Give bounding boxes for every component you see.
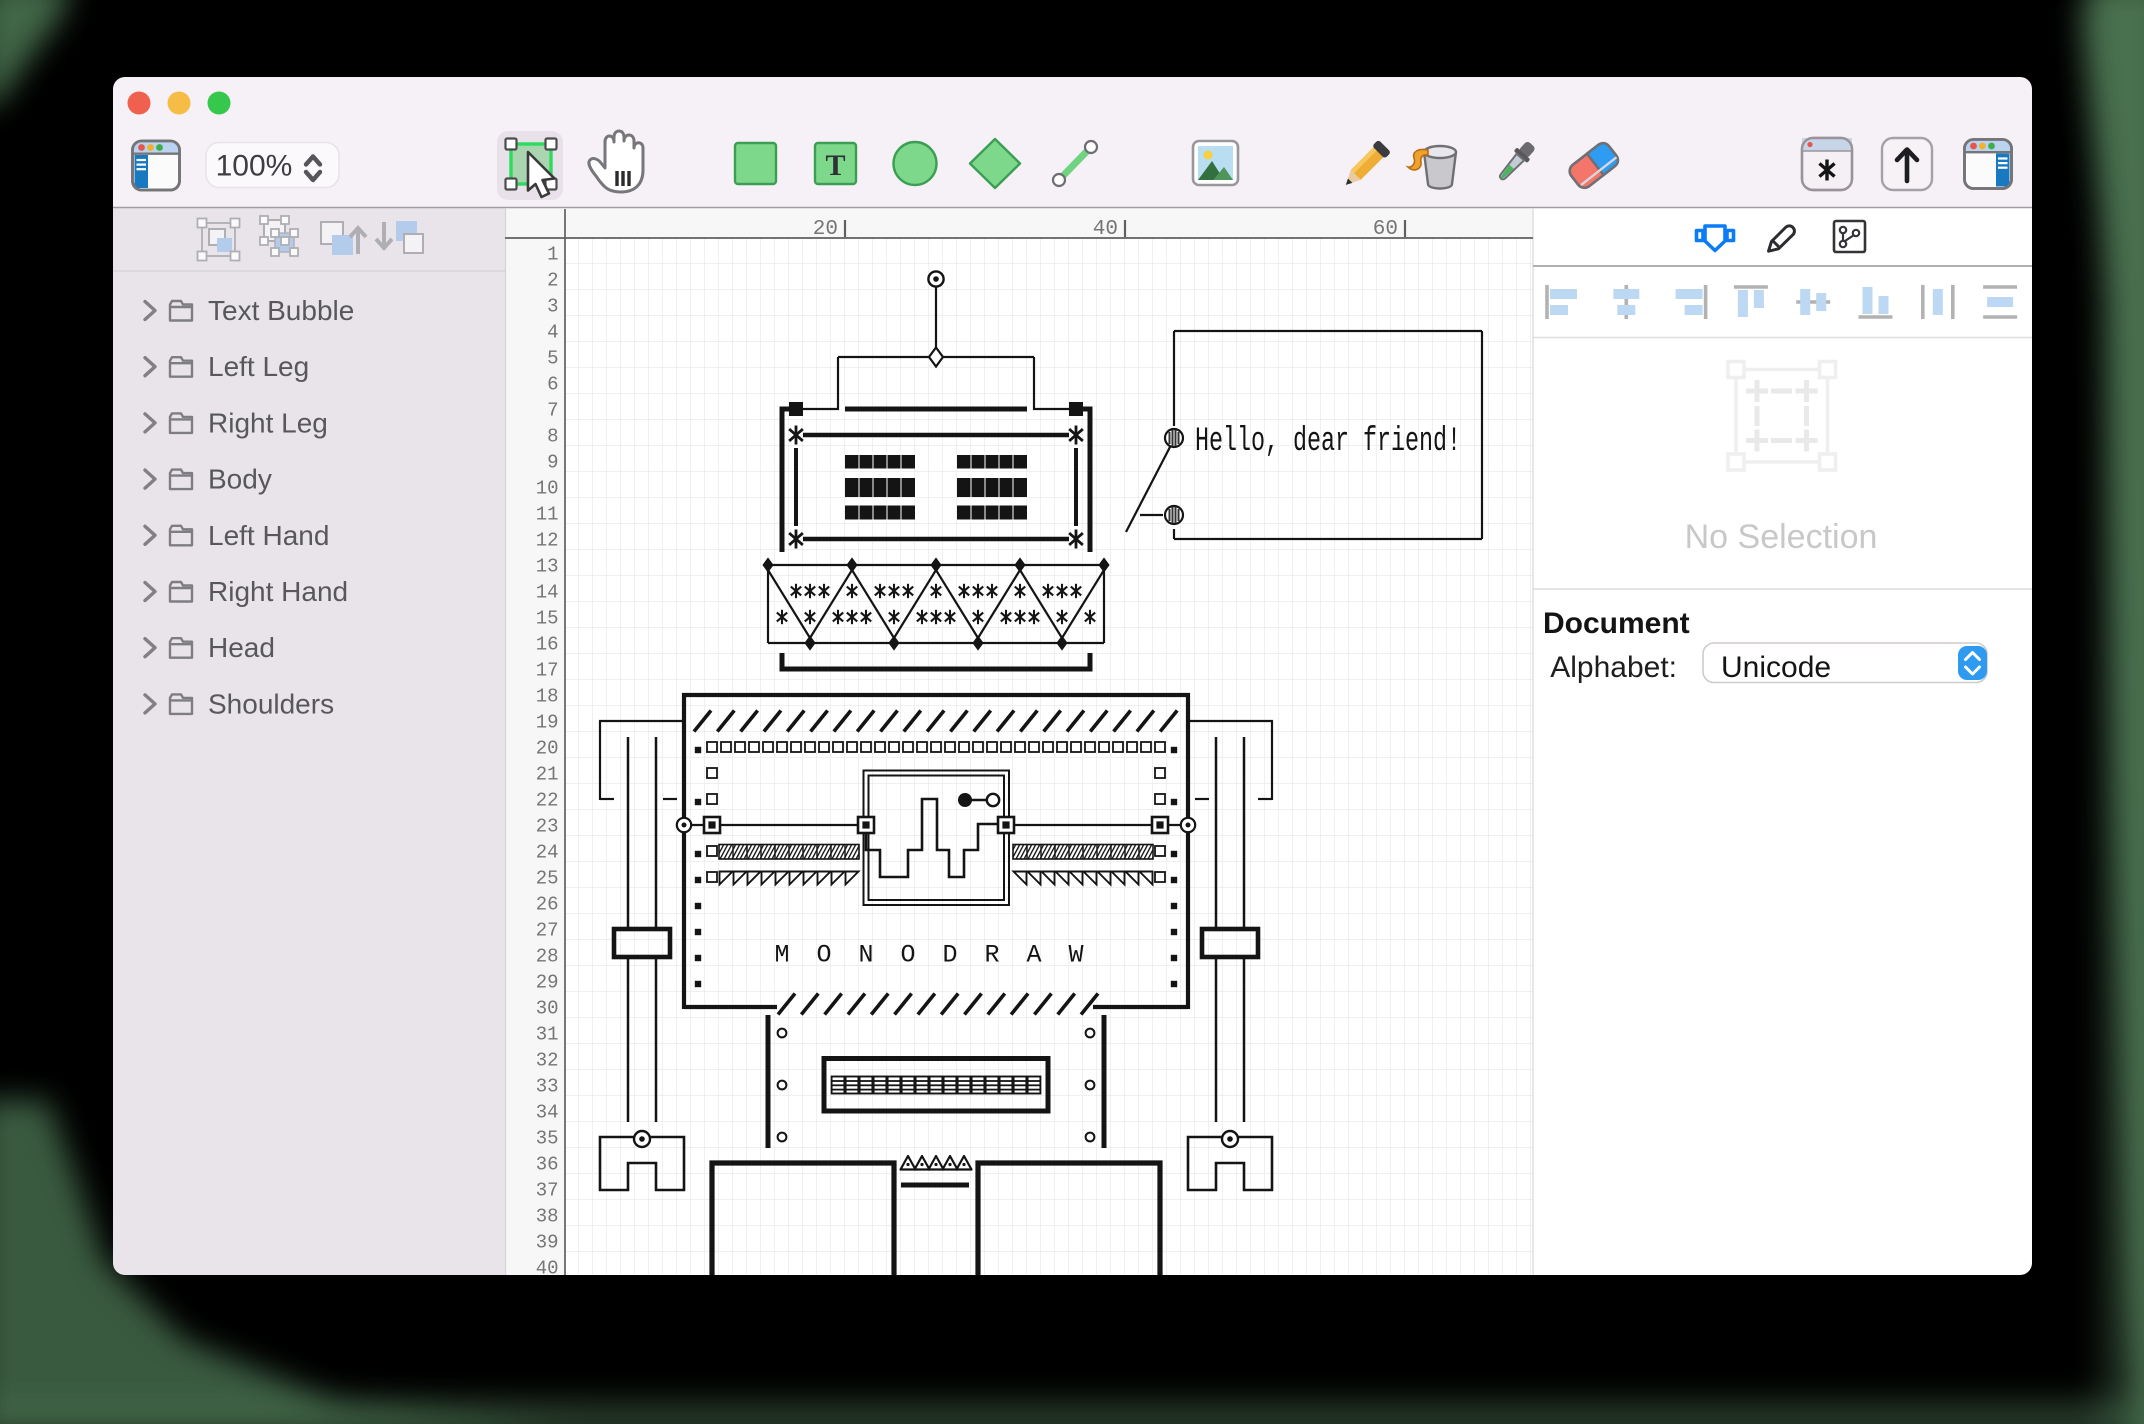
svg-text:Shoulders: Shoulders <box>208 688 334 719</box>
svg-text:D: D <box>942 941 957 970</box>
svg-text:Left Hand: Left Hand <box>208 520 329 551</box>
svg-text:29: 29 <box>536 972 559 994</box>
svg-text:R: R <box>984 941 999 970</box>
svg-text:Right Hand: Right Hand <box>208 576 348 607</box>
svg-text:1: 1 <box>547 244 558 266</box>
svg-text:23: 23 <box>536 816 559 838</box>
svg-text:2: 2 <box>547 270 558 292</box>
svg-text:W: W <box>1068 941 1083 970</box>
svg-text:24: 24 <box>536 842 559 864</box>
svg-text:27: 27 <box>536 920 559 942</box>
svg-text:19: 19 <box>536 712 559 734</box>
svg-text:Head: Head <box>208 632 275 663</box>
svg-text:Hello, dear friend!: Hello, dear friend! <box>1195 422 1461 460</box>
svg-text:20: 20 <box>813 218 838 241</box>
svg-text:A: A <box>1026 941 1041 970</box>
svg-text:O: O <box>900 941 915 970</box>
svg-text:34: 34 <box>536 1102 559 1124</box>
svg-text:100%: 100% <box>216 150 293 183</box>
svg-text:Unicode: Unicode <box>1721 651 1831 684</box>
svg-text:N: N <box>858 941 873 970</box>
svg-text:20: 20 <box>536 738 559 760</box>
svg-text:14: 14 <box>536 582 559 604</box>
svg-text:Body: Body <box>208 464 272 495</box>
svg-text:21: 21 <box>536 764 559 786</box>
svg-text:No Selection: No Selection <box>1685 518 1878 556</box>
svg-text:Right Leg: Right Leg <box>208 407 328 438</box>
svg-text:4: 4 <box>547 322 558 344</box>
svg-text:30: 30 <box>536 998 559 1020</box>
svg-text:39: 39 <box>536 1232 559 1254</box>
svg-text:18: 18 <box>536 686 559 708</box>
svg-text:12: 12 <box>536 530 559 552</box>
svg-text:17: 17 <box>536 660 559 682</box>
svg-text:11: 11 <box>536 504 559 526</box>
svg-text:T: T <box>825 149 845 182</box>
svg-text:37: 37 <box>536 1180 559 1202</box>
svg-text:6: 6 <box>547 374 558 396</box>
svg-text:40: 40 <box>1093 218 1118 241</box>
svg-text:7: 7 <box>547 400 558 422</box>
svg-text:16: 16 <box>536 634 559 656</box>
svg-text:Text Bubble: Text Bubble <box>208 295 354 326</box>
svg-text:26: 26 <box>536 894 559 916</box>
svg-text:36: 36 <box>536 1154 559 1176</box>
svg-text:28: 28 <box>536 946 559 968</box>
svg-text:8: 8 <box>547 426 558 448</box>
svg-text:22: 22 <box>536 790 559 812</box>
svg-text:Left Leg: Left Leg <box>208 351 309 382</box>
svg-text:31: 31 <box>536 1024 559 1046</box>
svg-text:25: 25 <box>536 868 559 890</box>
svg-text:33: 33 <box>536 1076 559 1098</box>
svg-text:O: O <box>816 941 831 970</box>
svg-text:10: 10 <box>536 478 559 500</box>
svg-text:5: 5 <box>547 348 558 370</box>
svg-text:38: 38 <box>536 1206 559 1228</box>
svg-text:9: 9 <box>547 452 558 474</box>
svg-text:M: M <box>774 941 789 970</box>
svg-text:60: 60 <box>1373 218 1398 241</box>
svg-text:3: 3 <box>547 296 558 318</box>
svg-text:Document: Document <box>1543 607 1690 640</box>
svg-text:13: 13 <box>536 556 559 578</box>
svg-text:15: 15 <box>536 608 559 630</box>
svg-text:35: 35 <box>536 1128 559 1150</box>
svg-text:32: 32 <box>536 1050 559 1072</box>
svg-text:Alphabet:: Alphabet: <box>1550 651 1677 684</box>
